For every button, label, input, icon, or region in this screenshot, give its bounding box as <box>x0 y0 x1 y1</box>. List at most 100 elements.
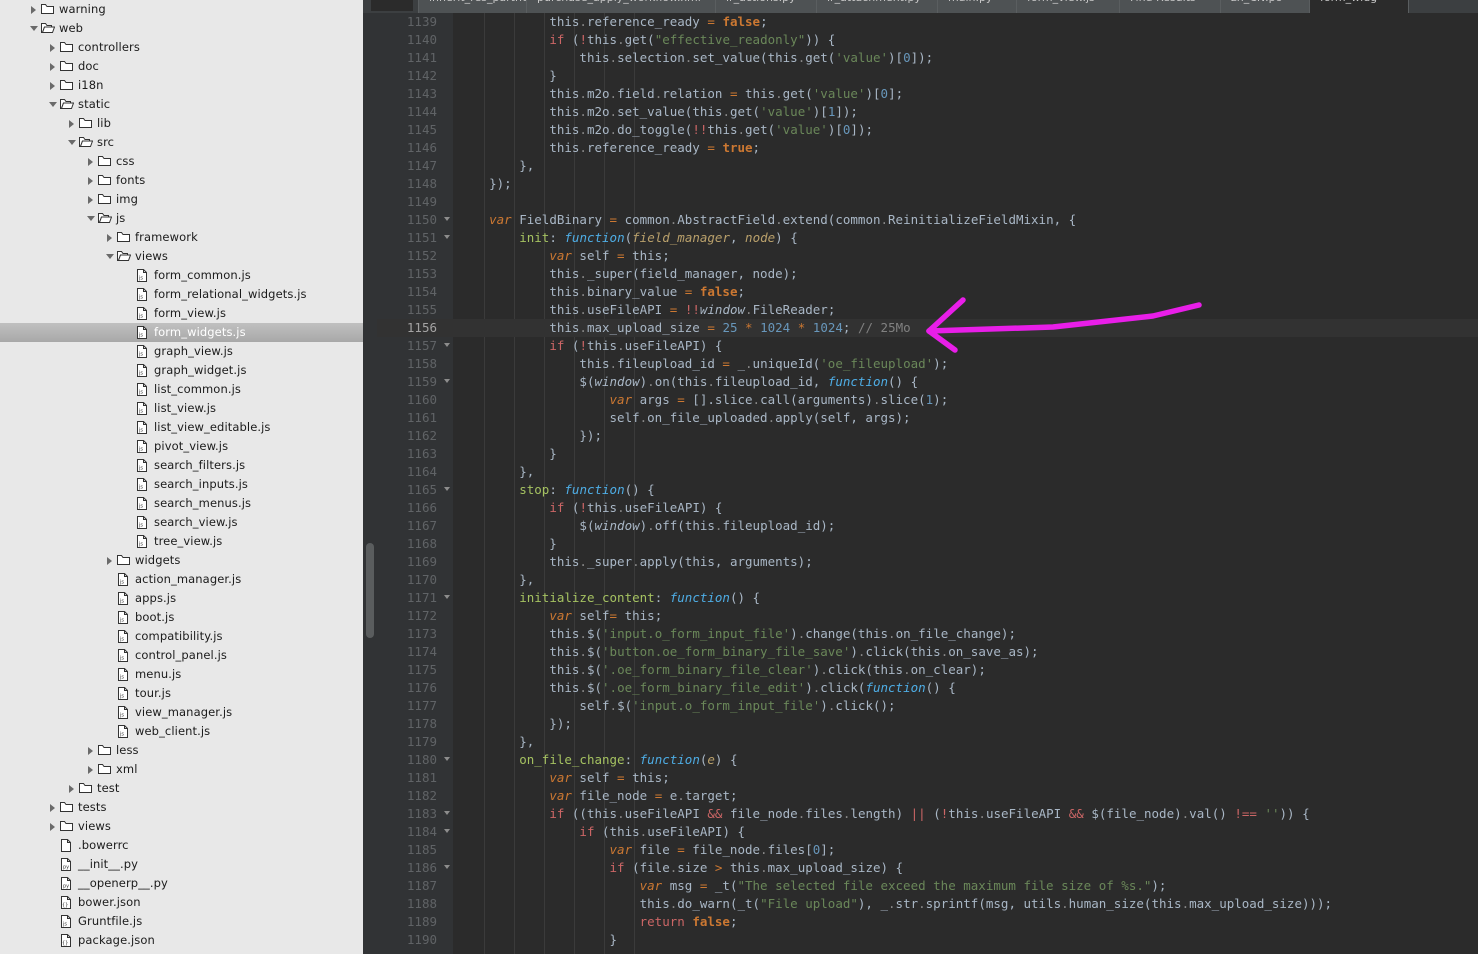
tree-item[interactable]: js search_filters.js <box>0 456 363 475</box>
code-line[interactable]: this.useFileAPI = !!window.FileReader; <box>453 301 1478 319</box>
close-icon[interactable]: × <box>928 0 936 13</box>
tree-item[interactable]: js web_client.js <box>0 722 363 741</box>
tree-item[interactable]: fonts <box>0 171 363 190</box>
line-number[interactable]: 1183 <box>377 805 453 823</box>
line-number[interactable]: 1162 <box>377 427 453 445</box>
code-line[interactable]: initialize_content: function() { <box>453 589 1478 607</box>
close-icon[interactable]: × <box>1289 0 1297 13</box>
chevron-right-icon[interactable] <box>86 152 97 171</box>
line-number[interactable]: 1190 <box>377 931 453 949</box>
code-line[interactable]: this.binary_value = false; <box>453 283 1478 301</box>
code-line[interactable]: stop: function() { <box>453 481 1478 499</box>
editor-tab[interactable]: main.py × <box>937 0 1019 13</box>
chevron-right-icon[interactable] <box>105 228 116 247</box>
code-line[interactable]: } <box>453 67 1478 85</box>
chevron-down-icon[interactable] <box>105 247 116 266</box>
tree-item[interactable]: xml <box>0 760 363 779</box>
close-icon[interactable]: × <box>999 0 1007 13</box>
chevron-right-icon[interactable] <box>48 38 59 57</box>
editor-tab[interactable]: zh_CN.po × <box>1220 0 1312 13</box>
code-line[interactable]: self.$('input.o_form_input_file').click(… <box>453 697 1478 715</box>
line-number[interactable]: 1151 <box>377 229 453 247</box>
tree-item[interactable]: js action_manager.js <box>0 570 363 589</box>
chevron-right-icon[interactable] <box>29 0 40 19</box>
code-line[interactable]: var self = this; <box>453 769 1478 787</box>
code-line[interactable] <box>453 193 1478 211</box>
editor-tab[interactable]: ir_actions.py × <box>715 0 819 13</box>
tree-item[interactable]: js form_common.js <box>0 266 363 285</box>
tree-item[interactable]: widgets <box>0 551 363 570</box>
code-line[interactable]: this.m2o.field.relation = this.get('valu… <box>453 85 1478 103</box>
tree-item[interactable]: framework <box>0 228 363 247</box>
code-line[interactable]: this.reference_ready = false; <box>453 13 1478 31</box>
tree-item[interactable]: lib <box>0 114 363 133</box>
code-line[interactable]: this.fileupload_id = _.uniqueId('oe_file… <box>453 355 1478 373</box>
line-number[interactable]: 1182 <box>377 787 453 805</box>
editor-tab-bar[interactable]: inherit_res_partnepurchase_apply_workflo… <box>363 0 1478 13</box>
tree-item[interactable]: img <box>0 190 363 209</box>
code-line[interactable]: if (this.useFileAPI) { <box>453 823 1478 841</box>
code-line[interactable]: if (file.size > this.max_upload_size) { <box>453 859 1478 877</box>
line-number[interactable]: 1181 <box>377 769 453 787</box>
line-number[interactable]: 1172 <box>377 607 453 625</box>
line-number[interactable]: 1150 <box>377 211 453 229</box>
tree-item[interactable]: test <box>0 779 363 798</box>
tree-item[interactable]: js control_panel.js <box>0 646 363 665</box>
line-number-gutter[interactable]: 1139 1140 1141 1142 1143 1144 1145 1146 1147 1148… <box>377 13 453 954</box>
code-line[interactable]: }, <box>453 463 1478 481</box>
fold-arrow-icon[interactable] <box>444 595 450 599</box>
code-line[interactable]: if (!this.get("effective_readonly")) { <box>453 31 1478 49</box>
chevron-down-icon[interactable] <box>29 19 40 38</box>
editor-tab[interactable]: inherit_res_partne <box>418 0 538 13</box>
line-number[interactable]: 1152 <box>377 247 453 265</box>
line-number[interactable]: 1142 <box>377 67 453 85</box>
line-number[interactable]: 1155 <box>377 301 453 319</box>
code-line[interactable]: this.m2o.do_toggle(!!this.get('value')[0… <box>453 121 1478 139</box>
chevron-right-icon[interactable] <box>67 114 78 133</box>
line-number[interactable]: 1176 <box>377 679 453 697</box>
fold-arrow-icon[interactable] <box>444 829 450 833</box>
chevron-down-icon[interactable] <box>86 209 97 228</box>
code-line[interactable]: }); <box>453 715 1478 733</box>
chevron-right-icon[interactable] <box>86 741 97 760</box>
line-number[interactable]: 1171 <box>377 589 453 607</box>
close-icon[interactable]: × <box>803 0 811 13</box>
line-number[interactable]: 1157 <box>377 337 453 355</box>
code-line[interactable]: } <box>453 445 1478 463</box>
code-line[interactable]: this.m2o.set_value(this.get('value')[1])… <box>453 103 1478 121</box>
line-number[interactable]: 1184 <box>377 823 453 841</box>
code-line[interactable]: }, <box>453 157 1478 175</box>
code-line[interactable]: this.reference_ready = true; <box>453 139 1478 157</box>
line-number[interactable]: 1188 <box>377 895 453 913</box>
line-number[interactable]: 1179 <box>377 733 453 751</box>
tree-item[interactable]: py __openerp__.py <box>0 874 363 893</box>
fold-arrow-icon[interactable] <box>444 757 450 761</box>
fold-arrow-icon[interactable] <box>444 217 450 221</box>
code-line[interactable]: this._super(field_manager, node); <box>453 265 1478 283</box>
line-number[interactable]: 1145 <box>377 121 453 139</box>
tree-item-selected[interactable]: js form_widgets.js <box>0 323 363 342</box>
tree-item[interactable]: doc <box>0 57 363 76</box>
line-number[interactable]: 1146 <box>377 139 453 157</box>
code-line[interactable]: }); <box>453 175 1478 193</box>
tab-overflow-button[interactable] <box>371 0 413 11</box>
chevron-right-icon[interactable] <box>48 798 59 817</box>
tree-item[interactable]: js <box>0 209 363 228</box>
editor-tab[interactable]: form_widg <box>1309 0 1409 13</box>
code-line[interactable]: }, <box>453 571 1478 589</box>
code-line[interactable]: $(window).on(this.fileupload_id, functio… <box>453 373 1478 391</box>
tree-item[interactable]: views <box>0 247 363 266</box>
line-number[interactable]: 1167 <box>377 517 453 535</box>
line-number[interactable]: 1144 <box>377 103 453 121</box>
code-line[interactable]: var args = [].slice.call(arguments).slic… <box>453 391 1478 409</box>
line-number[interactable]: 1166 <box>377 499 453 517</box>
code-line[interactable]: this.$('.oe_form_binary_file_clear').cli… <box>453 661 1478 679</box>
line-number[interactable]: 1159 <box>377 373 453 391</box>
tree-item[interactable]: tests <box>0 798 363 817</box>
tree-item[interactable]: js list_common.js <box>0 380 363 399</box>
code-line[interactable]: on_file_change: function(e) { <box>453 751 1478 769</box>
chevron-right-icon[interactable] <box>86 171 97 190</box>
code-line[interactable]: $(window).off(this.fileupload_id); <box>453 517 1478 535</box>
editor-tab[interactable]: Find Results × <box>1119 0 1223 13</box>
fold-arrow-icon[interactable] <box>444 865 450 869</box>
